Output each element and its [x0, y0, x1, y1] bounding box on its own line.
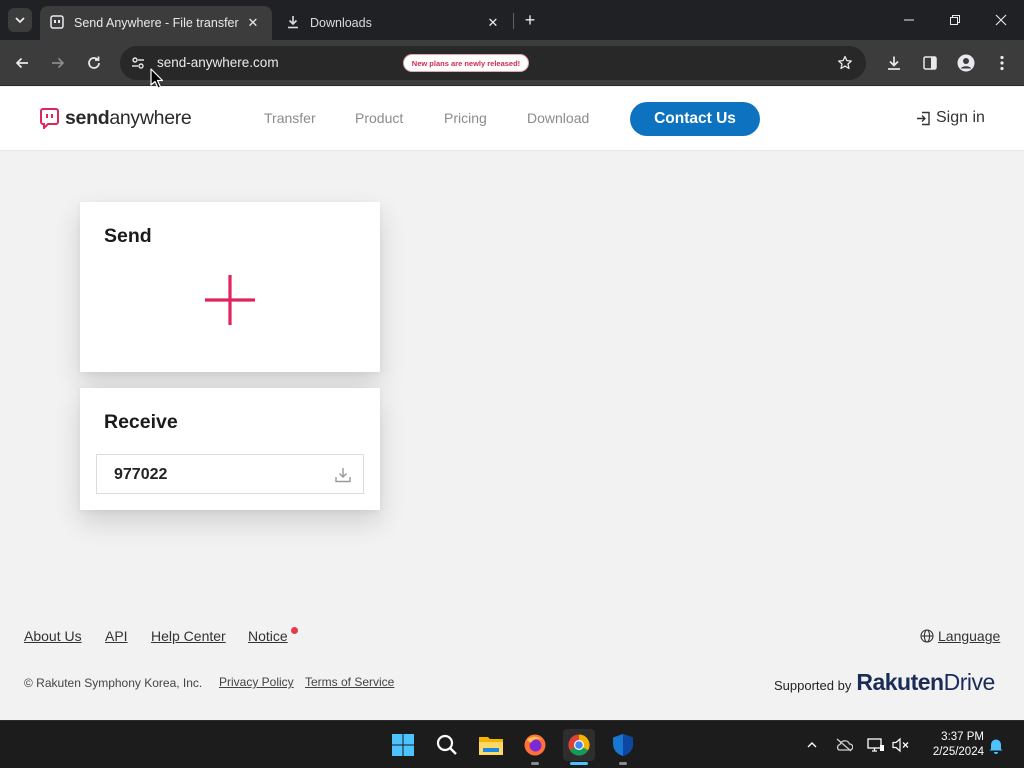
url-text[interactable]: send-anywhere.com	[157, 55, 279, 70]
back-arrow-icon[interactable]	[11, 52, 33, 74]
tab-title: Send Anywhere - File transfer	[74, 16, 239, 30]
sign-in-label: Sign in	[936, 109, 985, 126]
system-clock[interactable]: 3:37 PM 2/25/2024	[920, 730, 984, 760]
side-panel-icon[interactable]	[919, 52, 941, 74]
sendanywhere-logo-icon	[40, 108, 59, 129]
kebab-menu-icon[interactable]	[991, 52, 1013, 74]
sendanywhere-logo[interactable]: sendanywhere	[40, 107, 192, 130]
language-selector[interactable]: Language	[920, 628, 1000, 644]
minimize-icon[interactable]	[897, 8, 921, 32]
volume-muted-icon[interactable]	[891, 735, 911, 755]
close-tab-icon[interactable]: ✕	[244, 14, 262, 32]
pricing-new-badge: New plans are newly released!	[403, 54, 529, 72]
network-icon[interactable]	[866, 735, 886, 755]
start-icon[interactable]	[387, 729, 419, 761]
close-window-icon[interactable]	[989, 8, 1013, 32]
language-label: Language	[938, 628, 1001, 644]
site-header: sendanywhere Transfer Product Pricing Do…	[0, 87, 1024, 151]
tab-send-anywhere[interactable]: Send Anywhere - File transfer ✕	[40, 6, 272, 40]
footer-api[interactable]: API	[105, 628, 128, 644]
receive-download-icon[interactable]	[333, 465, 353, 485]
rakuten-drive-logo: Rakuten	[856, 669, 944, 695]
globe-icon	[920, 629, 934, 643]
close-tab-icon[interactable]: ✕	[484, 14, 502, 32]
defender-icon[interactable]	[607, 729, 639, 761]
favicon-send-anywhere-icon	[50, 14, 64, 32]
chevron-up-icon[interactable]	[802, 735, 822, 755]
send-title: Send	[104, 225, 152, 247]
receive-title: Receive	[104, 411, 178, 433]
nav-pricing[interactable]: Pricing	[444, 110, 487, 126]
new-tab-plus-icon[interactable]: +	[520, 10, 540, 30]
terms-of-service-link[interactable]: Terms of Service	[305, 675, 394, 689]
notification-bell-icon[interactable]	[986, 735, 1006, 755]
nav-transfer[interactable]: Transfer	[264, 110, 316, 126]
tab-separator	[513, 13, 514, 29]
bookmark-star-icon[interactable]	[836, 54, 854, 72]
download-icon	[286, 15, 300, 32]
footer-help-center[interactable]: Help Center	[151, 628, 226, 644]
windows-taskbar: 3:37 PM 2/25/2024	[0, 720, 1024, 768]
chrome-active-indicator	[570, 762, 588, 765]
receive-key-input[interactable]: 977022	[96, 454, 364, 494]
search-icon[interactable]	[431, 729, 463, 761]
footer-notice[interactable]: Notice	[248, 628, 288, 644]
firefox-icon[interactable]	[519, 729, 551, 761]
supported-by-label: Supported by	[774, 678, 852, 693]
sign-in-link[interactable]: Sign in	[916, 109, 985, 127]
tab-search-button[interactable]	[8, 8, 32, 32]
footer-about-us[interactable]: About Us	[24, 628, 82, 644]
browser-tab-bar: Send Anywhere - File transfer ✕ Download…	[0, 0, 1024, 40]
firefox-running-indicator	[531, 762, 539, 765]
clock-date: 2/25/2024	[932, 746, 984, 758]
site-info-tune-icon[interactable]	[128, 53, 148, 73]
tab-downloads[interactable]: Downloads ✕	[276, 6, 512, 40]
profile-avatar-icon[interactable]	[955, 52, 977, 74]
file-explorer-icon[interactable]	[475, 729, 507, 761]
mouse-pointer-icon	[150, 68, 164, 89]
chrome-icon[interactable]	[563, 729, 595, 761]
add-file-plus-icon[interactable]	[202, 272, 258, 328]
reload-icon[interactable]	[83, 52, 105, 74]
restore-icon[interactable]	[943, 8, 967, 32]
receive-card: Receive 977022	[80, 388, 380, 510]
receive-key-value[interactable]: 977022	[114, 466, 167, 484]
privacy-policy-link[interactable]: Privacy Policy	[219, 675, 294, 689]
clock-time: 3:37 PM	[941, 731, 984, 743]
supported-by-rakuten-drive[interactable]: Supported by Rakuten Drive	[774, 669, 995, 696]
nav-download[interactable]: Download	[527, 110, 589, 126]
sign-in-icon	[917, 111, 930, 125]
logo-wordmark: sendanywhere	[65, 107, 192, 129]
send-card: Send	[80, 202, 380, 372]
defender-running-indicator	[619, 762, 627, 765]
copyright-text: © Rakuten Symphony Korea, Inc.	[24, 676, 203, 690]
tab-title: Downloads	[310, 16, 372, 30]
contact-us-button[interactable]: Contact Us	[630, 102, 760, 136]
rakuten-drive-logo-suffix: Drive	[943, 669, 996, 695]
nav-product[interactable]: Product	[355, 110, 403, 126]
downloads-toolbar-icon[interactable]	[883, 52, 905, 74]
onedrive-icon[interactable]	[834, 735, 854, 755]
forward-arrow-icon[interactable]	[47, 52, 69, 74]
chevron-down-icon	[15, 17, 25, 24]
notice-badge-dot	[291, 627, 298, 634]
